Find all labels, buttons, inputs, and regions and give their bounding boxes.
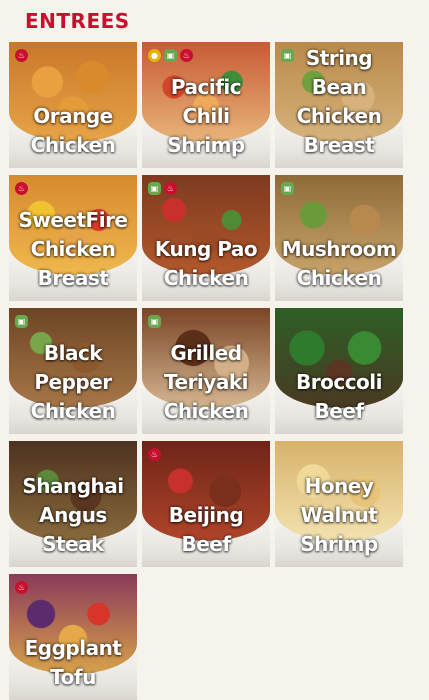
entree-label: Beijing Beef — [168, 503, 244, 556]
entree-tile[interactable]: ▣ Mushroom Chicken — [275, 175, 403, 301]
entree-grid: ♨ Orange Chicken ● ▣ ♨ Pacific Chili Shrimp ▣ S… — [9, 42, 403, 700]
entree-label: Orange Chicken — [30, 104, 116, 157]
section-title: ENTREES — [25, 9, 130, 33]
wok-smart-icon: ● — [148, 49, 161, 62]
badge-row: ♨ — [15, 49, 28, 62]
spicy-icon: ♨ — [15, 581, 28, 594]
spicy-icon: ♨ — [15, 49, 28, 62]
veggie-icon: ▣ — [281, 182, 294, 195]
entree-label: Shanghai Angus Steak — [22, 474, 124, 556]
entree-tile[interactable]: ♨ SweetFire Chicken Breast — [9, 175, 137, 301]
entree-label: Mushroom Chicken — [281, 237, 397, 290]
spicy-icon: ♨ — [180, 49, 193, 62]
badge-row: ♨ — [148, 448, 161, 461]
entree-tile[interactable]: Honey Walnut Shrimp — [275, 441, 403, 567]
entree-label: String Bean Chicken Breast — [296, 46, 382, 157]
entree-tile[interactable]: ● ▣ ♨ Pacific Chili Shrimp — [142, 42, 270, 168]
entree-label: Eggplant Tofu — [24, 636, 122, 689]
veggie-icon: ▣ — [148, 315, 161, 328]
badge-row: ▣ — [281, 182, 294, 195]
badge-row: ♨ — [15, 182, 28, 195]
entree-tile[interactable]: ▣ String Bean Chicken Breast — [275, 42, 403, 168]
badge-row: ♨ — [15, 581, 28, 594]
entree-label: Honey Walnut Shrimp — [300, 474, 378, 556]
veggie-icon: ▣ — [148, 182, 161, 195]
entree-tile[interactable]: ▣ Black Pepper Chicken — [9, 308, 137, 434]
badge-row: ▣ — [15, 315, 28, 328]
entree-label: Broccoli Beef — [295, 370, 383, 423]
entree-label: Pacific Chili Shrimp — [167, 75, 245, 157]
entree-tile[interactable]: ▣ Grilled Teriyaki Chicken — [142, 308, 270, 434]
spicy-icon: ♨ — [15, 182, 28, 195]
veggie-icon: ▣ — [164, 49, 177, 62]
spicy-icon: ♨ — [148, 448, 161, 461]
entree-label: Black Pepper Chicken — [30, 341, 116, 423]
badge-row: ● ▣ ♨ — [148, 49, 193, 62]
badge-row: ▣ ♨ — [148, 182, 177, 195]
entree-label: SweetFire Chicken Breast — [18, 208, 128, 290]
entree-label: Kung Pao Chicken — [154, 237, 258, 290]
entree-tile[interactable]: ♨ Orange Chicken — [9, 42, 137, 168]
badge-row: ▣ — [148, 315, 161, 328]
veggie-icon: ▣ — [15, 315, 28, 328]
entree-tile[interactable]: Shanghai Angus Steak — [9, 441, 137, 567]
entree-tile[interactable]: ♨ Eggplant Tofu — [9, 574, 137, 700]
entree-tile[interactable]: ▣ ♨ Kung Pao Chicken — [142, 175, 270, 301]
entree-tile[interactable]: ♨ Beijing Beef — [142, 441, 270, 567]
spicy-icon: ♨ — [164, 182, 177, 195]
entree-tile[interactable]: Broccoli Beef — [275, 308, 403, 434]
entree-label: Grilled Teriyaki Chicken — [163, 341, 249, 423]
